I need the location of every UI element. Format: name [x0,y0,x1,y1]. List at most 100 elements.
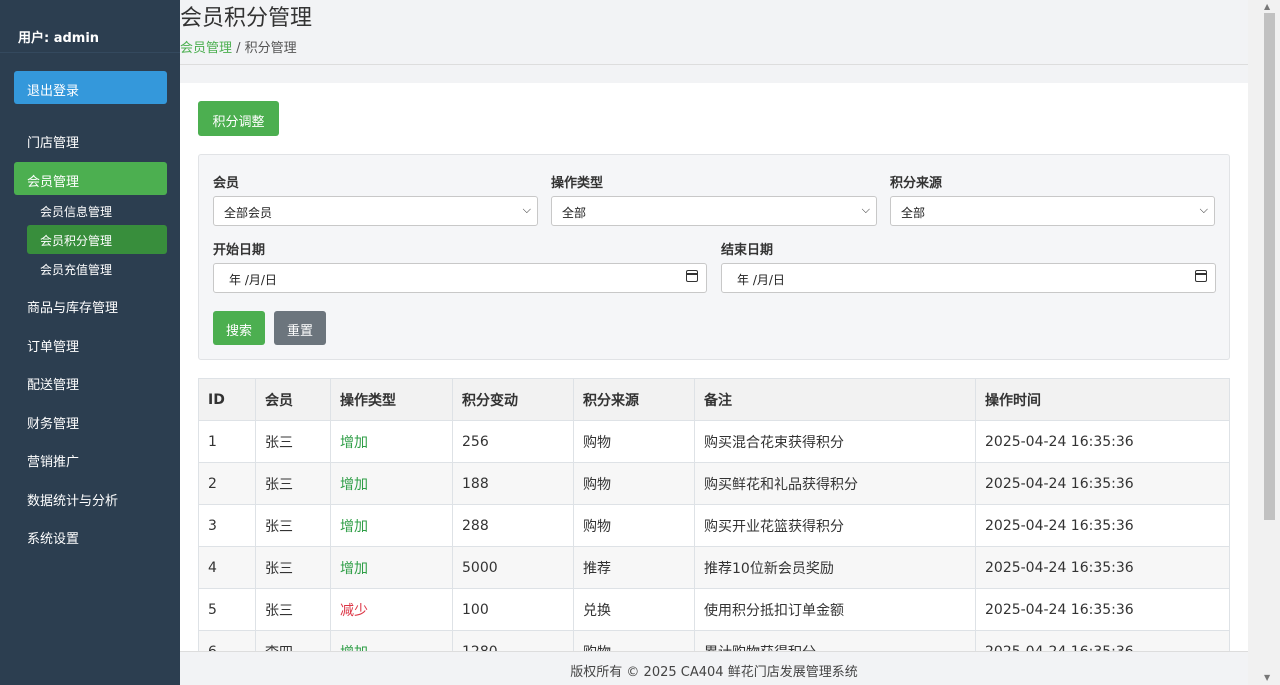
col-type: 操作类型 [330,378,453,421]
cell-change: 100 [452,588,574,631]
cell-type: 增加 [330,546,453,589]
sidebar-item-analytics[interactable]: 数据统计与分析 [14,481,167,514]
sidebar-item-member[interactable]: 会员管理 [14,162,167,195]
cell-source: 购物 [573,504,695,547]
cell-time: 2025-04-24 16:35:36 [975,546,1230,589]
start-date-input[interactable]: 年 /月/日 [213,263,707,293]
col-remark: 备注 [694,378,976,421]
scrollbar-thumb[interactable] [1264,13,1275,520]
sidebar-item-delivery[interactable]: 配送管理 [14,365,167,398]
scroll-up-arrow-icon[interactable]: ▲ [1264,2,1270,11]
cell-remark: 购买开业花篮获得积分 [694,504,976,547]
table-row: 1 张三 增加 256 购物 购买混合花束获得积分 2025-04-24 16:… [198,420,1230,463]
cell-id: 6 [198,630,256,653]
breadcrumb-link-member[interactable]: 会员管理 [180,41,232,56]
cell-type: 减少 [330,588,453,631]
cell-change: 5000 [452,546,574,589]
cell-change: 288 [452,504,574,547]
start-date-label: 开始日期 [213,243,266,258]
source-select[interactable]: 全部 ⌵ [890,196,1215,226]
sidebar: 用户: admin 退出登录 门店管理 会员管理 会员信息管理 会员积分管理 会… [0,0,180,685]
end-date-label: 结束日期 [721,243,774,258]
calendar-icon[interactable] [686,270,698,282]
sidebar-item-orders[interactable]: 订单管理 [14,327,167,360]
sidebar-subitem-member-info[interactable]: 会员信息管理 [27,196,167,225]
page-scrollbar[interactable]: ▲ ▼ [1248,0,1280,685]
cell-remark: 推荐10位新会员奖励 [694,546,976,589]
type-select[interactable]: 全部 ⌵ [551,196,877,226]
cell-change: 1280 [452,630,574,653]
sidebar-subitem-member-recharge[interactable]: 会员充值管理 [27,254,167,283]
table-header-row: ID 会员 操作类型 积分变动 积分来源 备注 操作时间 [198,378,1230,421]
cell-id: 1 [198,420,256,463]
cell-time: 2025-04-24 16:35:36 [975,504,1230,547]
type-select-value: 全部 [562,206,587,220]
table-row: 2 张三 增加 188 购物 购买鲜花和礼品获得积分 2025-04-24 16… [198,462,1230,505]
cell-type: 增加 [330,630,453,653]
sidebar-item-marketing[interactable]: 营销推广 [14,442,167,475]
cell-id: 3 [198,504,256,547]
cell-remark: 累计购物获得积分 [694,630,976,653]
cell-source: 购物 [573,420,695,463]
sidebar-item-finance[interactable]: 财务管理 [14,404,167,437]
source-filter-label: 积分来源 [890,176,943,191]
table-row: 6 李四 增加 1280 购物 累计购物获得积分 2025-04-24 16:3… [198,630,1230,653]
points-table: ID 会员 操作类型 积分变动 积分来源 备注 操作时间 1 张三 增加 256… [198,378,1230,653]
calendar-icon[interactable] [1195,270,1207,282]
chevron-down-icon: ⌵ [861,203,870,216]
cell-member: 张三 [255,588,331,631]
cell-member: 李四 [255,630,331,653]
footer: 版权所有 © 2025 CA404 鲜花门店发展管理系统 [180,651,1248,685]
cell-id: 5 [198,588,256,631]
scroll-down-arrow-icon[interactable]: ▼ [1264,673,1270,682]
cell-type: 增加 [330,462,453,505]
cell-remark: 购买混合花束获得积分 [694,420,976,463]
sidebar-item-store[interactable]: 门店管理 [14,123,167,156]
col-source: 积分来源 [573,378,695,421]
sidebar-item-settings[interactable]: 系统设置 [14,519,167,552]
cell-time: 2025-04-24 16:35:36 [975,462,1230,505]
main-content: 积分调整 会员 全部会员 ⌵ 操作类型 全部 ⌵ 积分来源 全部 ⌵ 开始日期 … [180,83,1248,653]
cell-type: 增加 [330,420,453,463]
cell-time: 2025-04-24 16:35:36 [975,588,1230,631]
page-title: 会员积分管理 [180,6,313,31]
end-date-value: 年 /月/日 [737,273,785,287]
cell-source: 兑换 [573,588,695,631]
sidebar-item-products[interactable]: 商品与库存管理 [14,288,167,321]
cell-time: 2025-04-24 16:35:36 [975,420,1230,463]
start-date-value: 年 /月/日 [229,273,277,287]
member-filter-label: 会员 [213,176,240,191]
logout-button[interactable]: 退出登录 [14,71,167,104]
cell-type: 增加 [330,504,453,547]
cell-source: 购物 [573,462,695,505]
chevron-down-icon: ⌵ [1199,203,1208,216]
search-button[interactable]: 搜索 [213,311,265,345]
chevron-down-icon: ⌵ [522,203,531,216]
cell-member: 张三 [255,504,331,547]
table-row: 4 张三 增加 5000 推荐 推荐10位新会员奖励 2025-04-24 16… [198,546,1230,589]
col-member: 会员 [255,378,331,421]
cell-change: 256 [452,420,574,463]
cell-remark: 购买鲜花和礼品获得积分 [694,462,976,505]
breadcrumb: 会员管理 / 积分管理 [180,37,297,56]
reset-button[interactable]: 重置 [274,311,326,345]
cell-source: 购物 [573,630,695,653]
table-row: 3 张三 增加 288 购物 购买开业花篮获得积分 2025-04-24 16:… [198,504,1230,547]
col-id: ID [198,378,256,421]
current-user: 用户: admin [0,0,180,53]
col-change: 积分变动 [452,378,574,421]
points-adjust-button[interactable]: 积分调整 [198,101,279,136]
cell-id: 2 [198,462,256,505]
member-select-value: 全部会员 [224,206,273,220]
sidebar-subitem-member-points[interactable]: 会员积分管理 [27,225,167,254]
filter-panel: 会员 全部会员 ⌵ 操作类型 全部 ⌵ 积分来源 全部 ⌵ 开始日期 年 /月/… [198,154,1230,360]
cell-change: 188 [452,462,574,505]
breadcrumb-current: 积分管理 [244,41,297,56]
cell-source: 推荐 [573,546,695,589]
member-select[interactable]: 全部会员 ⌵ [213,196,538,226]
cell-remark: 使用积分抵扣订单金额 [694,588,976,631]
cell-id: 4 [198,546,256,589]
scrollbar-track[interactable]: ▲ ▼ [1262,0,1277,685]
end-date-input[interactable]: 年 /月/日 [721,263,1216,293]
header-divider [180,64,1248,65]
